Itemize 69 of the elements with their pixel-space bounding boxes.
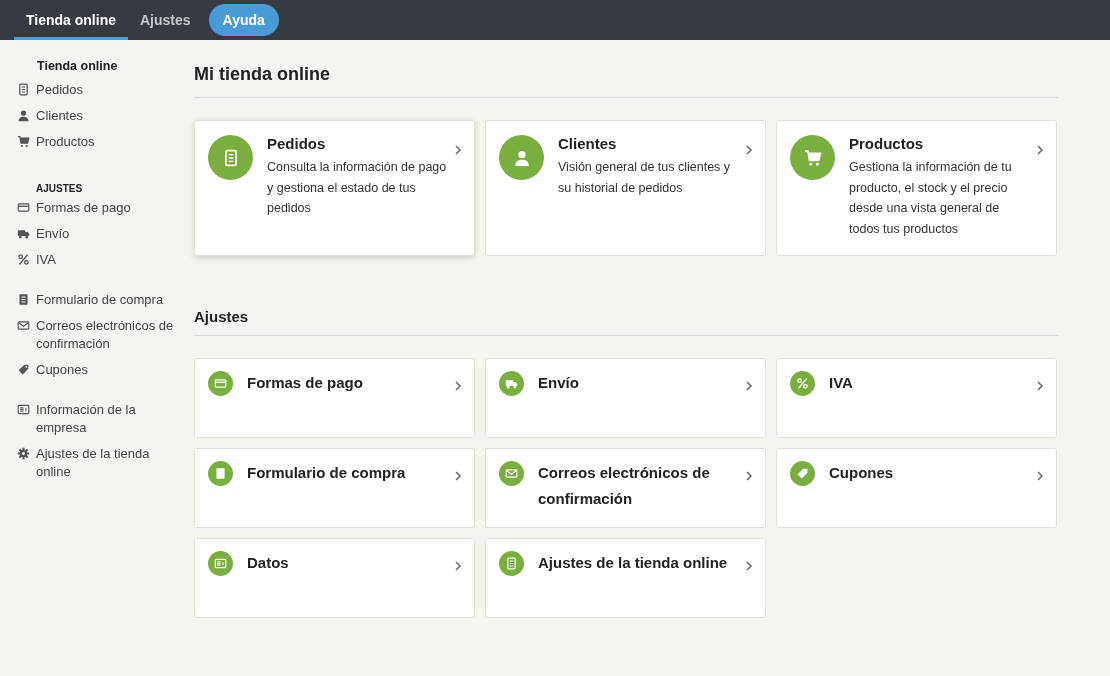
settings-card[interactable]: Envío (485, 358, 766, 438)
overview-card[interactable]: Clientes Visión general de tus clientes y su historial de pedidos (485, 120, 766, 256)
circle-icon (208, 135, 253, 180)
nav-tab[interactable]: Ajustes (128, 0, 203, 40)
card-description: Visión general de tus clientes y su historial de pedidos (558, 159, 732, 197)
section-heading: Tienda online (36, 59, 119, 73)
settings-card[interactable]: Cupones (776, 448, 1057, 528)
settings-card[interactable]: Correos electrónicos de confirmación (485, 448, 766, 528)
overview-card[interactable]: Pedidos Consulta la información de pago y gestiona el estado de tus pedidos (194, 120, 475, 256)
sidebar-item[interactable]: Formas de pago (17, 199, 194, 217)
form-icon (17, 293, 30, 306)
card-title: Envío (538, 373, 580, 393)
card-title: Formulario de compra (247, 463, 407, 483)
sidebar-item[interactable]: Información de la empresa (17, 401, 194, 437)
card-title: Correos electrónicos de confirmación (538, 463, 711, 509)
sidebar-item[interactable]: Envío (17, 225, 194, 243)
sidebar-item[interactable]: Productos (17, 133, 194, 151)
person-icon (17, 109, 30, 122)
chevron-right-icon (454, 380, 462, 392)
section-heading: Ajustes (194, 308, 1058, 336)
card-description: Consulta la información de pago y gestiona el estado de tus pedidos (267, 159, 448, 217)
settings-card[interactable]: Formas de pago (194, 358, 475, 438)
chevron-right-icon (745, 144, 753, 156)
chevron-right-icon (454, 470, 462, 482)
circle-icon (208, 551, 233, 576)
card-title: Clientes (558, 135, 618, 152)
sidebar-item[interactable]: IVA (17, 251, 194, 269)
card-title: Pedidos (267, 135, 327, 152)
chevron-right-icon (1036, 144, 1044, 156)
card-title: Ajustes de la tienda online (538, 553, 729, 573)
nav-tab[interactable]: Tienda online (14, 0, 128, 40)
circle-icon (790, 461, 815, 486)
section-heading: AJUSTES (35, 183, 84, 194)
tag-icon (17, 363, 30, 376)
chevron-right-icon (1036, 380, 1044, 392)
overview-card[interactable]: Productos Gestiona la información de tu producto, el stock y el precio desde una vista general de todos tus productos (776, 120, 1057, 256)
page-heading: Mi tienda online (194, 64, 1058, 98)
circle-icon (499, 461, 524, 486)
card-description: Gestiona la información de tu producto, el stock y el precio desde una vista general de todos tus productos (849, 159, 1013, 238)
truck-icon (17, 227, 30, 240)
chevron-right-icon (745, 560, 753, 572)
settings-card[interactable]: IVA (776, 358, 1057, 438)
card-title: Formas de pago (247, 373, 364, 393)
card-title: IVA (829, 373, 854, 393)
sidebar-item[interactable]: Ajustes de la tienda online (17, 445, 194, 481)
circle-icon (208, 461, 233, 486)
chevron-right-icon (745, 380, 753, 392)
chevron-right-icon (454, 144, 462, 156)
sidebar-item[interactable]: Cupones (17, 361, 194, 379)
circle-icon (208, 371, 233, 396)
settings-icon (17, 447, 30, 460)
chevron-right-icon (454, 560, 462, 572)
settings-card[interactable]: Datos (194, 538, 475, 618)
sidebar-item[interactable]: Correos electrónicos de confirmación (17, 317, 194, 353)
sidebar-item[interactable]: Pedidos (17, 81, 194, 99)
settings-card[interactable]: Formulario de compra (194, 448, 475, 528)
card-title: Cupones (829, 463, 895, 483)
circle-icon (790, 371, 815, 396)
circle-icon (499, 135, 544, 180)
chevron-right-icon (1036, 470, 1044, 482)
circle-icon (499, 371, 524, 396)
card-title: Datos (247, 553, 290, 573)
circle-icon (790, 135, 835, 180)
settings-card[interactable]: Ajustes de la tienda online (485, 538, 766, 618)
sidebar-item[interactable]: Formulario de compra (17, 291, 194, 309)
chevron-right-icon (745, 470, 753, 482)
sidebar-item[interactable]: Clientes (17, 107, 194, 125)
card-title: Productos (849, 135, 925, 152)
circle-icon (499, 551, 524, 576)
